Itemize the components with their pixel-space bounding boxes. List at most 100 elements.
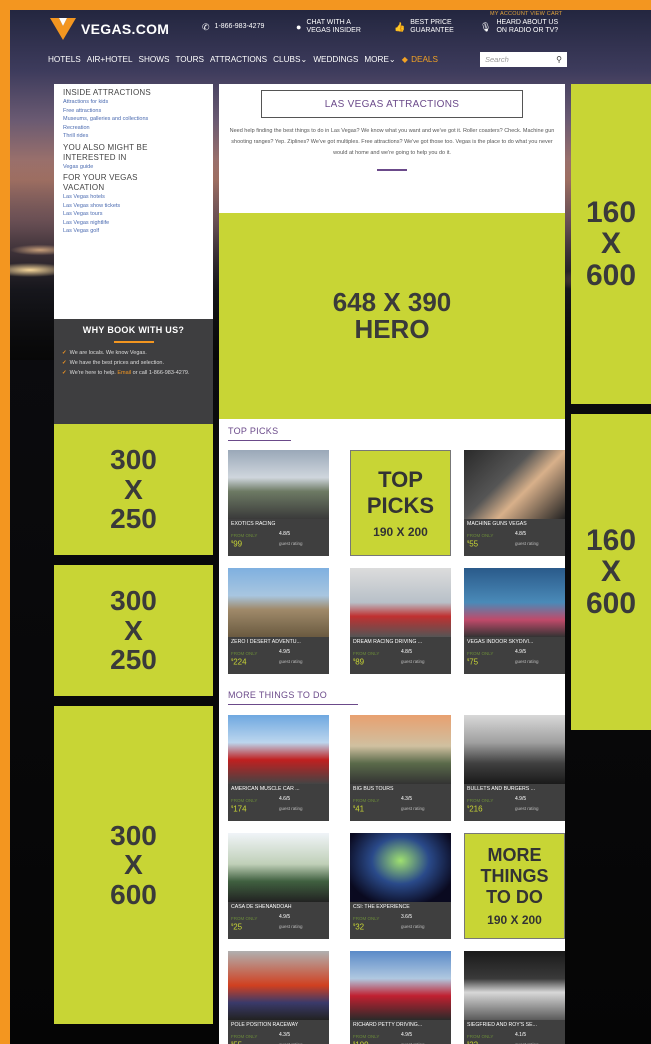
nav-shows[interactable]: SHOWS [139, 55, 170, 64]
ad-160x600-1[interactable]: 160 X 600 [571, 84, 651, 404]
rating-value: 4.1/5 [515, 1032, 527, 1038]
attraction-card[interactable]: CASA DE SHENANDOAH FROM ONLY 4.9/5 $25 guest… [228, 833, 329, 939]
ad-line: PICKS [366, 493, 435, 518]
attraction-card[interactable]: SIEGFRIED AND ROY'S SE... FROM ONLY 4.1/5 $… [464, 951, 565, 1044]
attraction-card[interactable]: MACHINE GUNS VEGAS FROM ONLY 4.8/5 $55 guest… [464, 450, 565, 556]
rating-value: 4.8/5 [279, 531, 291, 537]
nav-tours[interactable]: TOURS [175, 55, 204, 64]
nav-more[interactable]: MORE⌄ [364, 54, 395, 64]
ad-160x600-2[interactable]: 160 X 600 [571, 414, 651, 730]
attraction-title[interactable]: POLE POSITION RACEWAY [228, 1020, 329, 1028]
ad-line: X [124, 614, 143, 646]
attraction-image[interactable] [228, 833, 329, 902]
sidebar-link[interactable]: Attractions for kids [63, 98, 205, 107]
from-label: FROM ONLY [353, 916, 380, 921]
attraction-card[interactable]: POLE POSITION RACEWAYFROM ONLY4.3/5$55gu… [228, 951, 329, 1044]
account-links[interactable]: MY ACCOUNT VIEW CART [490, 11, 562, 17]
attraction-card[interactable]: AMERICAN MUSCLE CAR ... FROM ONLY 4.6/5 $17… [228, 715, 329, 821]
rating-caption: guest rating [401, 806, 425, 811]
nav-deals[interactable]: ◆ DEALS [402, 54, 438, 65]
attraction-title[interactable]: CASA DE SHENANDOAH [228, 902, 329, 910]
attraction-image[interactable] [350, 568, 451, 637]
thumbs-up-icon: 👍 [394, 22, 406, 32]
attraction-card[interactable]: BULLETS AND BURGERS ... FROM ONLY 4.9/5 $21… [464, 715, 565, 821]
attraction-card[interactable]: ZERO I DESERT ADVENTU... FROM ONLY 4.9/5 $2… [228, 568, 329, 674]
page-title: LAS VEGAS ATTRACTIONS [261, 90, 523, 118]
attraction-card[interactable]: DREAM RACING DRIVING ... FROM ONLY 4.8/5 $8… [350, 568, 451, 674]
attraction-image[interactable] [464, 568, 565, 637]
phone-link[interactable]: ✆ 1-866-983-4279 [202, 23, 264, 32]
from-label: FROM ONLY [353, 1034, 380, 1039]
price-value: 41 [355, 804, 365, 814]
attraction-card[interactable]: EXOTICS RACING FROM ONLY 4.8/5 $99 guest rat… [228, 450, 329, 556]
nav-air-hotel[interactable]: AIR+HOTEL [87, 55, 133, 64]
search-icon[interactable]: ⚲ [556, 55, 562, 64]
price: $224 [231, 657, 247, 667]
price: $55 [231, 1040, 242, 1044]
ad-line: 300 [110, 585, 157, 617]
more-things-ad[interactable]: MORE THINGS TO DO 190 X 200 [464, 833, 565, 939]
hero-ad[interactable]: 648 X 390 HERO [219, 213, 565, 419]
radio-link[interactable]: 🎙 HEARD ABOUT US ON RADIO OR TV? [480, 19, 572, 35]
top-picks-ad[interactable]: TOP PICKS 190 X 200 [350, 450, 451, 556]
attraction-title[interactable]: BULLETS AND BURGERS ... [464, 784, 565, 792]
email-link[interactable]: Email [117, 370, 131, 376]
nav-clubs[interactable]: CLUBS⌄ [273, 54, 307, 64]
attraction-card[interactable]: CSI: THE EXPERIENCE FROM ONLY 3.6/5 $32 gues… [350, 833, 451, 939]
chat-link[interactable]: ● CHAT WITH A VEGAS INSIDER [296, 19, 380, 35]
attraction-image[interactable] [228, 568, 329, 637]
vacation-heading: FOR YOUR VEGAS VACATION [63, 173, 138, 192]
ad-line: X [124, 473, 143, 505]
ad-line: 190 X 200 [373, 525, 428, 539]
attraction-title[interactable]: AMERICAN MUSCLE CAR ... [228, 784, 329, 792]
attraction-image[interactable] [228, 951, 329, 1020]
sidebar-link[interactable]: Free attractions [63, 107, 205, 116]
attraction-image[interactable] [228, 450, 329, 519]
attraction-title[interactable]: RICHARD PETTY DRIVING... [350, 1020, 451, 1028]
sidebar-link[interactable]: Museums, galleries and collections [63, 115, 205, 124]
attraction-image[interactable] [350, 833, 451, 902]
from-label: FROM ONLY [231, 651, 258, 656]
sidebar-link[interactable]: Vegas guide [63, 163, 205, 172]
attraction-title[interactable]: MACHINE GUNS VEGAS [464, 519, 565, 527]
sidebar-link[interactable]: Las Vegas show tickets [63, 202, 205, 211]
sidebar-link[interactable]: Las Vegas hotels [63, 193, 205, 202]
sidebar-link[interactable]: Recreation [63, 124, 205, 133]
ad-line: 250 [110, 503, 157, 535]
attraction-title[interactable]: VEGAS INDOOR SKYDIVI... [464, 637, 565, 645]
price-value: 224 [233, 657, 247, 667]
sidebar-link[interactable]: Las Vegas tours [63, 210, 205, 219]
nav-attractions[interactable]: ATTRACTIONS [210, 55, 267, 64]
attraction-title[interactable]: BIG BUS TOURS [350, 784, 451, 792]
ad-300x600[interactable]: 300 X 600 [54, 706, 213, 1024]
search-input[interactable]: Search ⚲ [480, 52, 567, 67]
attraction-title[interactable]: SIEGFRIED AND ROY'S SE... [464, 1020, 565, 1028]
sidebar-link[interactable]: Las Vegas nightlife [63, 219, 205, 228]
best-price-link[interactable]: 👍 BEST PRICE GUARANTEE [394, 19, 470, 35]
rating-value: 3.6/5 [401, 914, 413, 920]
attraction-card[interactable]: VEGAS INDOOR SKYDIVI... FROM ONLY 4.9/5 $75… [464, 568, 565, 674]
attraction-image[interactable] [464, 715, 565, 784]
attraction-title[interactable]: DREAM RACING DRIVING ... [350, 637, 451, 645]
ad-300x250-2[interactable]: 300 X 250 [54, 565, 213, 696]
attraction-card[interactable]: BIG BUS TOURS FROM ONLY 4.3/5 $41 guest rati… [350, 715, 451, 821]
nav-weddings[interactable]: WEDDINGS [313, 55, 358, 64]
attraction-title[interactable]: EXOTICS RACING [228, 519, 329, 527]
sidebar-link[interactable]: Thrill rides [63, 132, 205, 141]
attraction-image[interactable] [464, 450, 565, 519]
from-label: FROM ONLY [467, 651, 494, 656]
sidebar-link[interactable]: Las Vegas golf [63, 227, 205, 236]
attraction-title[interactable]: ZERO I DESERT ADVENTU... [228, 637, 329, 645]
attraction-card[interactable]: RICHARD PETTY DRIVING... FROM ONLY 4.9/5 $1… [350, 951, 451, 1044]
ad-line: 300 [110, 819, 157, 851]
site-logo[interactable]: VEGAS.COM [50, 18, 169, 40]
price-value: 22 [469, 1041, 478, 1044]
attraction-image[interactable] [350, 951, 451, 1020]
ad-300x250-1[interactable]: 300 X 250 [54, 424, 213, 555]
attraction-image[interactable] [228, 715, 329, 784]
price: $22 [467, 1040, 478, 1044]
attraction-image[interactable] [350, 715, 451, 784]
attraction-title[interactable]: CSI: THE EXPERIENCE [350, 902, 451, 910]
nav-hotels[interactable]: HOTELS [48, 55, 81, 64]
attraction-image[interactable] [464, 951, 565, 1020]
